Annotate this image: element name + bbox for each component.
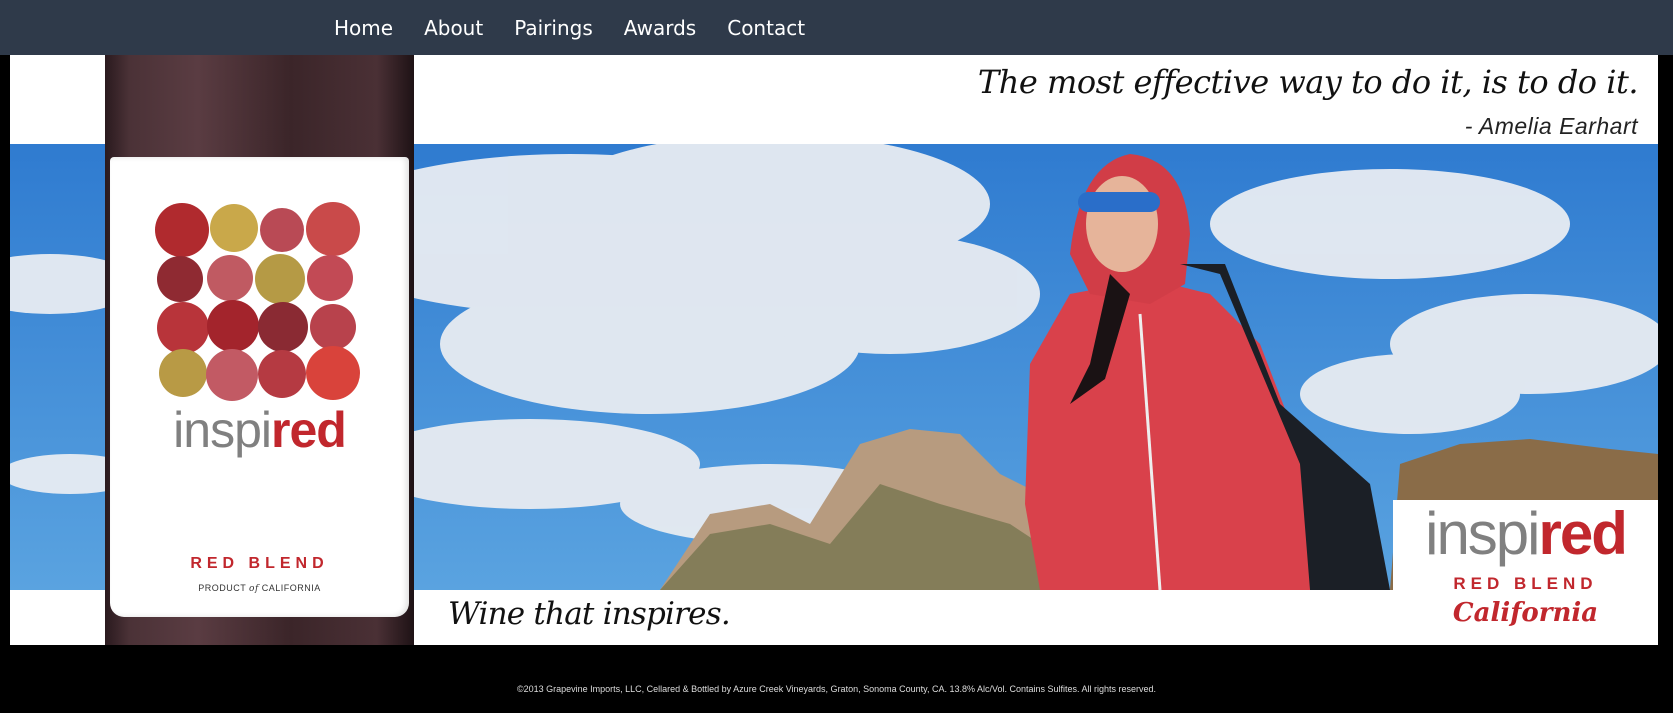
badge-variety: RED BLEND — [1453, 574, 1598, 593]
quote-author: - Amelia Earhart — [1464, 113, 1638, 139]
nav-menu: Home About Pairings Awards Contact — [334, 0, 836, 55]
footer: ©2013 Grapevine Imports, LLC, Cellared &… — [0, 645, 1673, 713]
bottle-brand-wordmark: inspired — [110, 401, 409, 459]
badge-brand-bold: red — [1538, 500, 1628, 567]
origin-of: of — [249, 584, 259, 594]
brand-light-text: inspi — [173, 402, 272, 458]
nav-item-about[interactable]: About — [424, 16, 483, 40]
nav-item-pairings[interactable]: Pairings — [514, 16, 593, 40]
badge-region: California — [1452, 598, 1599, 628]
hero-banner: The most effective way to do it, is to d… — [10, 55, 1658, 645]
tagline: Wine that inspires. — [448, 596, 731, 632]
inspirational-quote: The most effective way to do it, is to d… — [977, 63, 1639, 101]
origin-prefix: PRODUCT — [198, 583, 250, 593]
badge-brand-light: inspi — [1425, 500, 1540, 567]
brand-bold-text: red — [271, 402, 347, 458]
badge-brand-wordmark: inspired — [1393, 504, 1658, 564]
nav-item-awards[interactable]: Awards — [624, 16, 696, 40]
dot-pattern-graphic — [155, 202, 360, 401]
wine-bottle: inspired RED BLEND PRODUCT of CALIFORNIA — [105, 55, 414, 645]
bottle-label: inspired RED BLEND PRODUCT of CALIFORNIA — [110, 157, 409, 617]
copyright-text: ©2013 Grapevine Imports, LLC, Cellared &… — [516, 684, 1157, 694]
bottle-origin: PRODUCT of CALIFORNIA — [110, 583, 409, 594]
bottle-variety: RED BLEND — [190, 555, 329, 572]
top-navigation-bar: Home About Pairings Awards Contact — [0, 0, 1673, 55]
brand-badge: inspired RED BLEND California — [1393, 500, 1658, 645]
origin-suffix: CALIFORNIA — [258, 583, 321, 593]
nav-item-home[interactable]: Home — [334, 16, 393, 40]
nav-item-contact[interactable]: Contact — [727, 16, 805, 40]
